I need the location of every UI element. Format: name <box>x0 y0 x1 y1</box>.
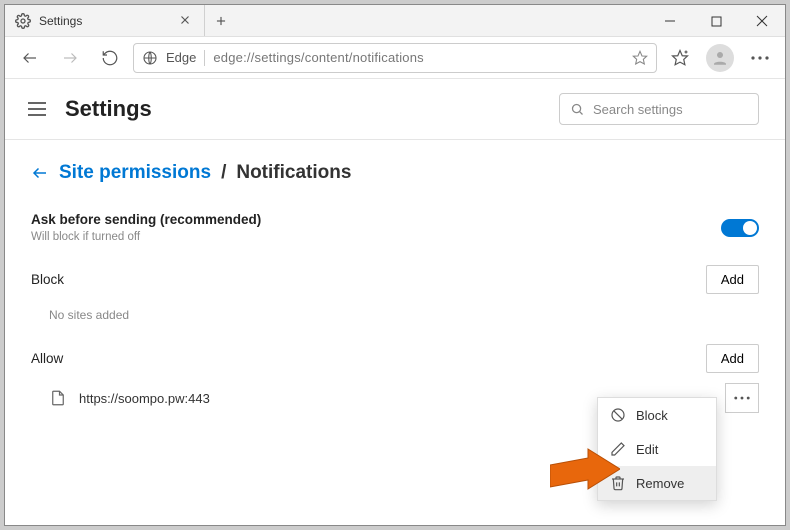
ctx-block-label: Block <box>636 408 668 423</box>
avatar <box>706 44 734 72</box>
close-window-button[interactable] <box>739 5 785 37</box>
block-section: Block Add No sites added <box>31 265 759 326</box>
annotation-arrow <box>550 447 620 495</box>
new-tab-button[interactable] <box>205 5 237 36</box>
menu-button[interactable] <box>23 95 51 123</box>
search-input[interactable]: Search settings <box>559 93 759 125</box>
allow-add-button[interactable]: Add <box>706 344 759 373</box>
address-scheme: Edge <box>166 50 196 65</box>
tab-title: Settings <box>39 14 170 28</box>
breadcrumb-back-icon[interactable] <box>31 164 49 182</box>
ask-sublabel: Will block if turned off <box>31 231 261 243</box>
address-url: edge://settings/content/notifications <box>213 50 423 65</box>
block-add-button[interactable]: Add <box>706 265 759 294</box>
maximize-button[interactable] <box>693 5 739 37</box>
breadcrumb-current: Notifications <box>236 162 351 184</box>
browser-window: Settings Edge ed <box>4 4 786 526</box>
breadcrumb: Site permissions / Notifications <box>31 162 759 184</box>
search-icon <box>570 102 585 117</box>
breadcrumb-separator: / <box>221 162 226 184</box>
edge-icon <box>142 50 158 66</box>
page-header: Settings Search settings <box>5 79 785 139</box>
window-controls <box>647 5 785 36</box>
allow-title: Allow <box>31 351 63 366</box>
ctx-remove-label: Remove <box>636 476 684 491</box>
titlebar: Settings <box>5 5 785 37</box>
minimize-button[interactable] <box>647 5 693 37</box>
breadcrumb-parent-link[interactable]: Site permissions <box>59 162 211 184</box>
more-menu-button[interactable] <box>743 41 777 75</box>
block-icon <box>610 407 626 423</box>
back-button[interactable] <box>13 41 47 75</box>
divider <box>5 139 785 140</box>
search-placeholder: Search settings <box>593 102 683 117</box>
refresh-button[interactable] <box>93 41 127 75</box>
ctx-block[interactable]: Block <box>598 398 716 432</box>
gear-icon <box>15 13 31 29</box>
ctx-edit-label: Edit <box>636 442 658 457</box>
browser-tab[interactable]: Settings <box>5 5 205 36</box>
profile-button[interactable] <box>703 41 737 75</box>
toolbar: Edge edge://settings/content/notificatio… <box>5 37 785 79</box>
page-title: Settings <box>65 96 152 122</box>
block-empty-text: No sites added <box>31 294 759 326</box>
allow-site-url: https://soompo.pw:443 <box>79 391 210 406</box>
forward-button[interactable] <box>53 41 87 75</box>
ask-label: Ask before sending (recommended) <box>31 212 261 227</box>
file-icon <box>49 389 67 407</box>
content: Site permissions / Notifications Ask bef… <box>5 156 785 413</box>
address-separator <box>204 50 205 66</box>
block-title: Block <box>31 272 64 287</box>
favorites-button[interactable] <box>663 41 697 75</box>
close-icon[interactable] <box>178 13 194 29</box>
site-more-button[interactable] <box>725 383 759 413</box>
ask-before-sending-row: Ask before sending (recommended) Will bl… <box>31 208 759 247</box>
favorite-icon[interactable] <box>632 50 648 66</box>
address-bar[interactable]: Edge edge://settings/content/notificatio… <box>133 43 657 73</box>
ask-toggle[interactable] <box>721 219 759 237</box>
